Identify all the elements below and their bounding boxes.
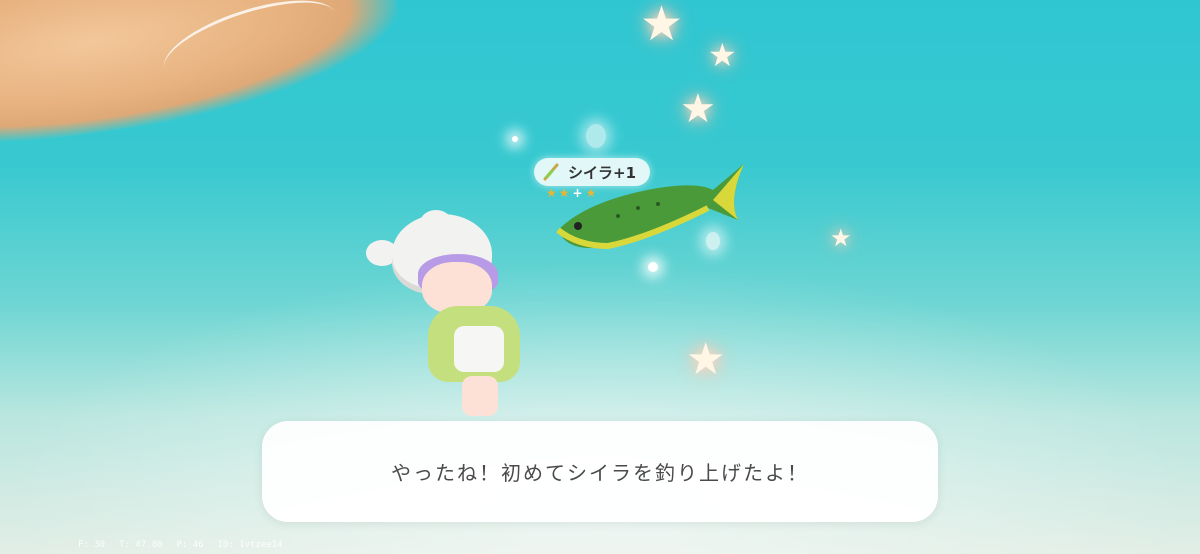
dialog-box[interactable]: やったね！初めてシイラを釣り上げたよ！: [262, 421, 938, 522]
debug-p: P: 46: [176, 540, 204, 550]
sparkle-star-icon: ★: [830, 224, 852, 252]
player-character: [362, 206, 542, 426]
dialog-text: やったね！初めてシイラを釣り上げたよ！: [391, 461, 809, 485]
catch-label: シイラ+1: [568, 163, 637, 182]
debug-info: F: 30 T: 47.80 P: 46 ID: 1vtzee14: [78, 540, 283, 550]
star-icon: ★: [558, 186, 570, 200]
sparkle-star-icon: ★: [686, 334, 726, 385]
sparkle-orb: [586, 124, 606, 148]
sparkle-orb: [648, 262, 658, 272]
rarity-stars: ★ ★ + ★: [546, 186, 596, 200]
sparkle-star-icon: ★: [708, 36, 737, 74]
sparkle-star-icon: ★: [680, 86, 716, 132]
plus-icon: +: [572, 186, 583, 200]
catch-notification: シイラ+1: [534, 158, 651, 186]
sparkle-orb: [512, 136, 518, 142]
debug-time: T: 47.80: [119, 540, 163, 550]
debug-id: ID: 1vtzee14: [217, 540, 283, 550]
sparkle-star-icon: ★: [640, 0, 684, 52]
star-icon: ★: [585, 186, 597, 200]
star-icon: ★: [546, 186, 557, 200]
debug-frame: F: 30: [78, 540, 106, 550]
fish-rod-icon: [543, 163, 559, 181]
